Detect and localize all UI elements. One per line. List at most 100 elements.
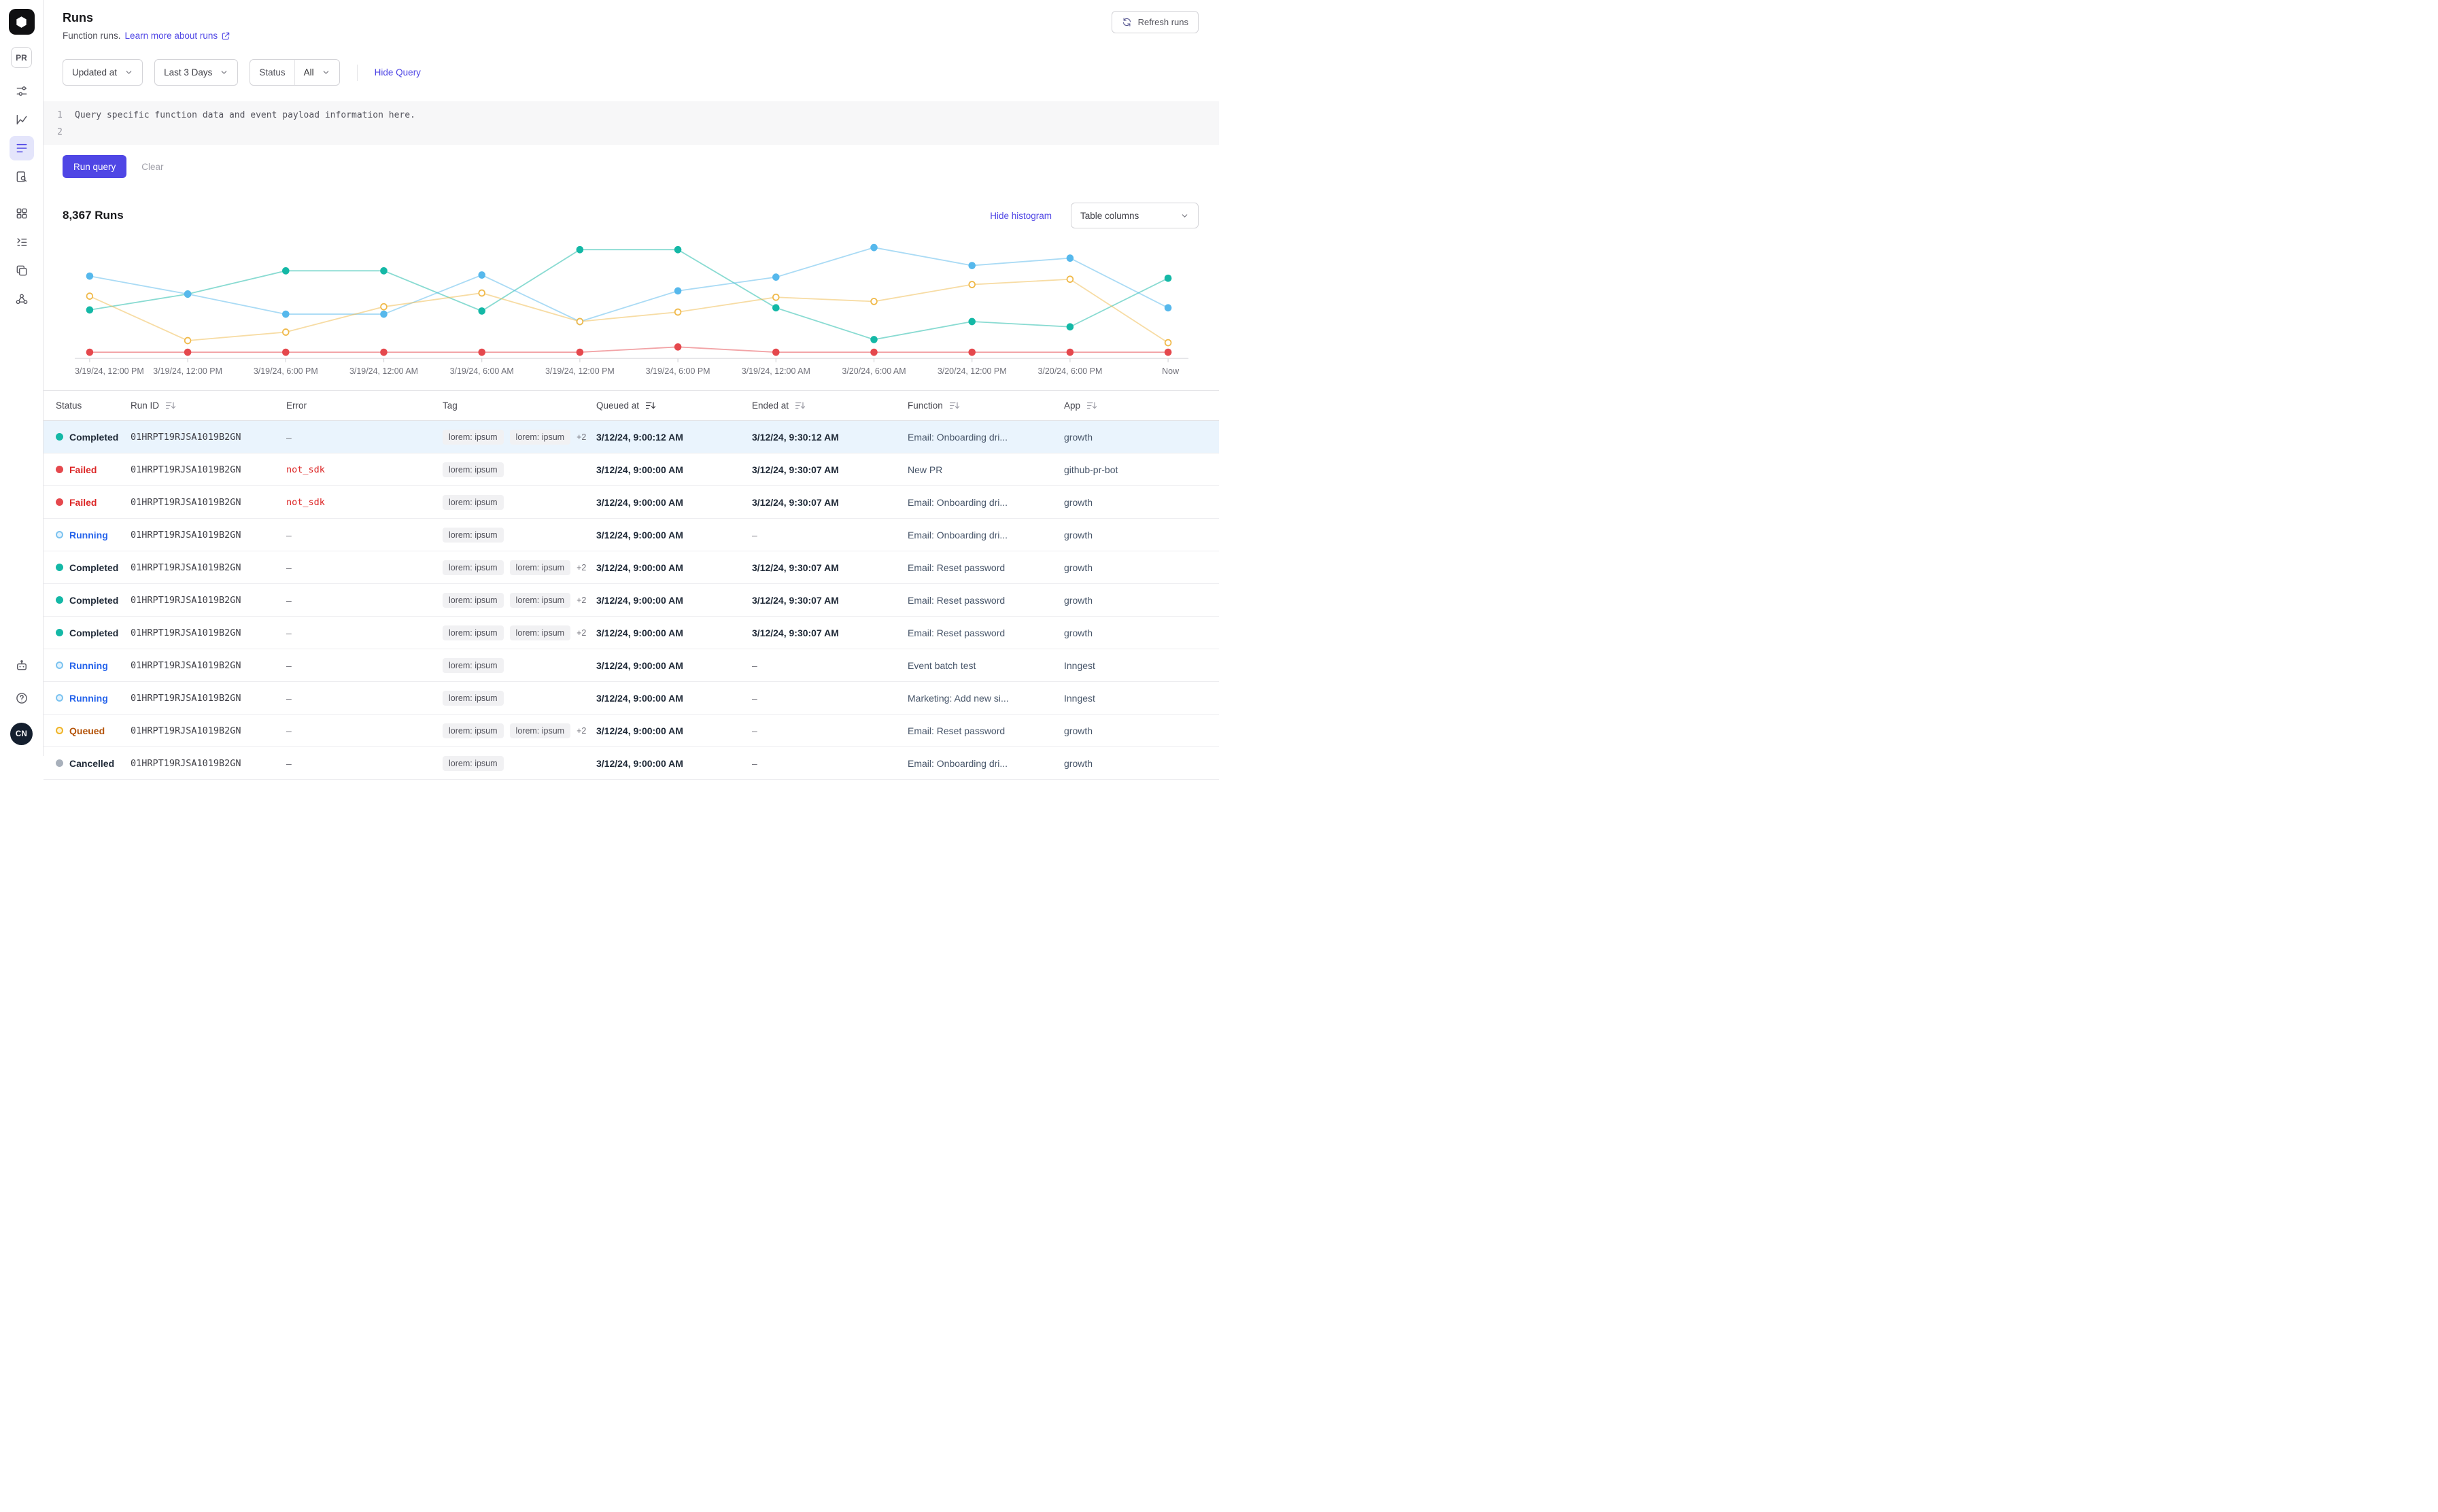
toggle-query-link[interactable]: Hide Query	[375, 67, 421, 78]
run-tags: lorem: ipsumlorem: ipsum+2	[443, 625, 596, 640]
function-link[interactable]: Email: Onboarding dri...	[908, 758, 1008, 769]
run-tags: lorem: ipsumlorem: ipsum+2	[443, 723, 596, 738]
run-row[interactable]: Running01HRPT19RJSA1019B2GN–lorem: ipsum…	[44, 682, 1219, 715]
query-placeholder: Query specific function data and event p…	[75, 110, 415, 120]
run-row[interactable]: Queued01HRPT19RJSA1019B2GN–lorem: ipsuml…	[44, 715, 1219, 747]
inngest-logo-icon[interactable]	[9, 9, 35, 35]
sliders-icon[interactable]	[10, 79, 34, 103]
query-editor[interactable]: 1 Query specific function data and event…	[44, 101, 1219, 145]
run-queued-at: 3/12/24, 9:00:12 AM	[596, 432, 752, 443]
function-link[interactable]: Email: Onboarding dri...	[908, 432, 1008, 443]
main-content: Runs Function runs. Learn more about run…	[44, 0, 1219, 756]
app-link[interactable]: Inngest	[1064, 693, 1095, 704]
column-label: Status	[56, 400, 82, 411]
event-search-icon[interactable]	[10, 165, 34, 189]
run-row[interactable]: Completed01HRPT19RJSA1019B2GN–lorem: ips…	[44, 584, 1219, 617]
query-actions: Run query Clear	[44, 145, 1219, 178]
app-link[interactable]: growth	[1064, 758, 1093, 769]
status-dot	[56, 498, 63, 506]
function-link[interactable]: Event batch test	[908, 660, 976, 671]
run-query-button[interactable]: Run query	[63, 155, 126, 178]
clear-query-button[interactable]: Clear	[141, 162, 163, 172]
function-link[interactable]: Email: Reset password	[908, 562, 1005, 573]
tag-pill: lorem: ipsum	[510, 593, 571, 608]
run-row[interactable]: Completed01HRPT19RJSA1019B2GN–lorem: ips…	[44, 551, 1219, 584]
sort-field-select[interactable]: Updated at	[63, 59, 143, 86]
refresh-runs-button[interactable]: Refresh runs	[1112, 11, 1199, 33]
workspace-badge[interactable]: PR	[11, 47, 32, 68]
hide-histogram-link[interactable]: Hide histogram	[990, 211, 1052, 221]
sort-icon	[949, 401, 960, 410]
column-header-function[interactable]: Function	[908, 400, 1064, 411]
run-status: Completed	[44, 562, 131, 573]
sort-icon	[165, 401, 176, 410]
app-link[interactable]: growth	[1064, 432, 1093, 443]
chevron-down-icon	[322, 68, 330, 77]
page-header: Runs Function runs. Learn more about run…	[44, 0, 1219, 41]
help-icon[interactable]	[10, 686, 34, 710]
column-header-run-id[interactable]: Run ID	[131, 400, 286, 411]
table-columns-select[interactable]: Table columns	[1071, 203, 1199, 228]
function-link[interactable]: Email: Onboarding dri...	[908, 530, 1008, 540]
column-label: Ended at	[752, 400, 789, 411]
run-id: 01HRPT19RJSA1019B2GN	[131, 725, 286, 736]
function-link[interactable]: New PR	[908, 464, 942, 475]
run-id: 01HRPT19RJSA1019B2GN	[131, 432, 286, 443]
app-link[interactable]: growth	[1064, 595, 1093, 606]
column-label: Tag	[443, 400, 458, 411]
run-row[interactable]: Running01HRPT19RJSA1019B2GN–lorem: ipsum…	[44, 649, 1219, 682]
run-error: –	[286, 693, 443, 704]
function-link[interactable]: Email: Reset password	[908, 595, 1005, 606]
column-label: App	[1064, 400, 1080, 411]
app-link[interactable]: Inngest	[1064, 660, 1095, 671]
app-link[interactable]: growth	[1064, 497, 1093, 508]
time-range-select[interactable]: Last 3 Days	[154, 59, 238, 86]
apps-grid-icon[interactable]	[10, 201, 34, 226]
run-row[interactable]: Completed01HRPT19RJSA1019B2GN–lorem: ips…	[44, 617, 1219, 649]
app-link[interactable]: growth	[1064, 628, 1093, 638]
app-link[interactable]: growth	[1064, 725, 1093, 736]
app-link[interactable]: growth	[1064, 562, 1093, 573]
functions-icon[interactable]	[10, 230, 34, 254]
run-ended-at: –	[752, 660, 908, 671]
run-error: not_sdk	[286, 497, 443, 508]
column-header-ended-at[interactable]: Ended at	[752, 400, 908, 411]
run-ended-at: 3/12/24, 9:30:07 AM	[752, 497, 908, 508]
run-app: growth	[1064, 725, 1219, 736]
run-row[interactable]: Cancelled01HRPT19RJSA1019B2GN–lorem: ips…	[44, 747, 1219, 780]
column-header-app[interactable]: App	[1064, 400, 1219, 411]
column-header-queued-at[interactable]: Queued at	[596, 400, 752, 411]
function-link[interactable]: Marketing: Add new si...	[908, 693, 1009, 704]
webhooks-icon[interactable]	[10, 287, 34, 311]
function-link[interactable]: Email: Reset password	[908, 628, 1005, 638]
run-app: growth	[1064, 530, 1219, 540]
status-filter[interactable]: Status All	[250, 59, 339, 86]
app-link[interactable]: growth	[1064, 530, 1093, 540]
deploys-icon[interactable]	[10, 258, 34, 283]
run-row[interactable]: Failed01HRPT19RJSA1019B2GNnot_sdklorem: …	[44, 486, 1219, 519]
metrics-icon[interactable]	[10, 107, 34, 132]
run-tags: lorem: ipsumlorem: ipsum+2	[443, 430, 596, 445]
run-row[interactable]: Running01HRPT19RJSA1019B2GN–lorem: ipsum…	[44, 519, 1219, 551]
run-ended-at: –	[752, 530, 908, 540]
run-id: 01HRPT19RJSA1019B2GN	[131, 595, 286, 606]
function-link[interactable]: Email: Onboarding dri...	[908, 497, 1008, 508]
assistant-bot-icon[interactable]	[10, 653, 34, 678]
function-link[interactable]: Email: Reset password	[908, 725, 1005, 736]
run-ended-at: 3/12/24, 9:30:07 AM	[752, 628, 908, 638]
run-row[interactable]: Failed01HRPT19RJSA1019B2GNnot_sdklorem: …	[44, 453, 1219, 486]
refresh-icon	[1122, 17, 1132, 27]
user-avatar[interactable]: CN	[10, 723, 33, 745]
runs-table-header: StatusRun IDErrorTagQueued atEnded atFun…	[44, 390, 1219, 421]
runs-list-icon[interactable]	[10, 136, 34, 160]
tag-pill: lorem: ipsum	[443, 691, 504, 706]
runs-table-body: Completed01HRPT19RJSA1019B2GN–lorem: ips…	[44, 421, 1219, 780]
run-tags: lorem: ipsum	[443, 658, 596, 673]
app-root: PR	[0, 0, 1219, 756]
sidebar: PR	[0, 0, 44, 756]
app-link[interactable]: github-pr-bot	[1064, 464, 1118, 475]
learn-more-link[interactable]: Learn more about runs	[125, 31, 231, 41]
filter-bar: Updated at Last 3 Days Status All Hide Q…	[44, 41, 1219, 86]
run-row[interactable]: Completed01HRPT19RJSA1019B2GN–lorem: ips…	[44, 421, 1219, 453]
sidebar-bottom: CN	[10, 653, 34, 745]
